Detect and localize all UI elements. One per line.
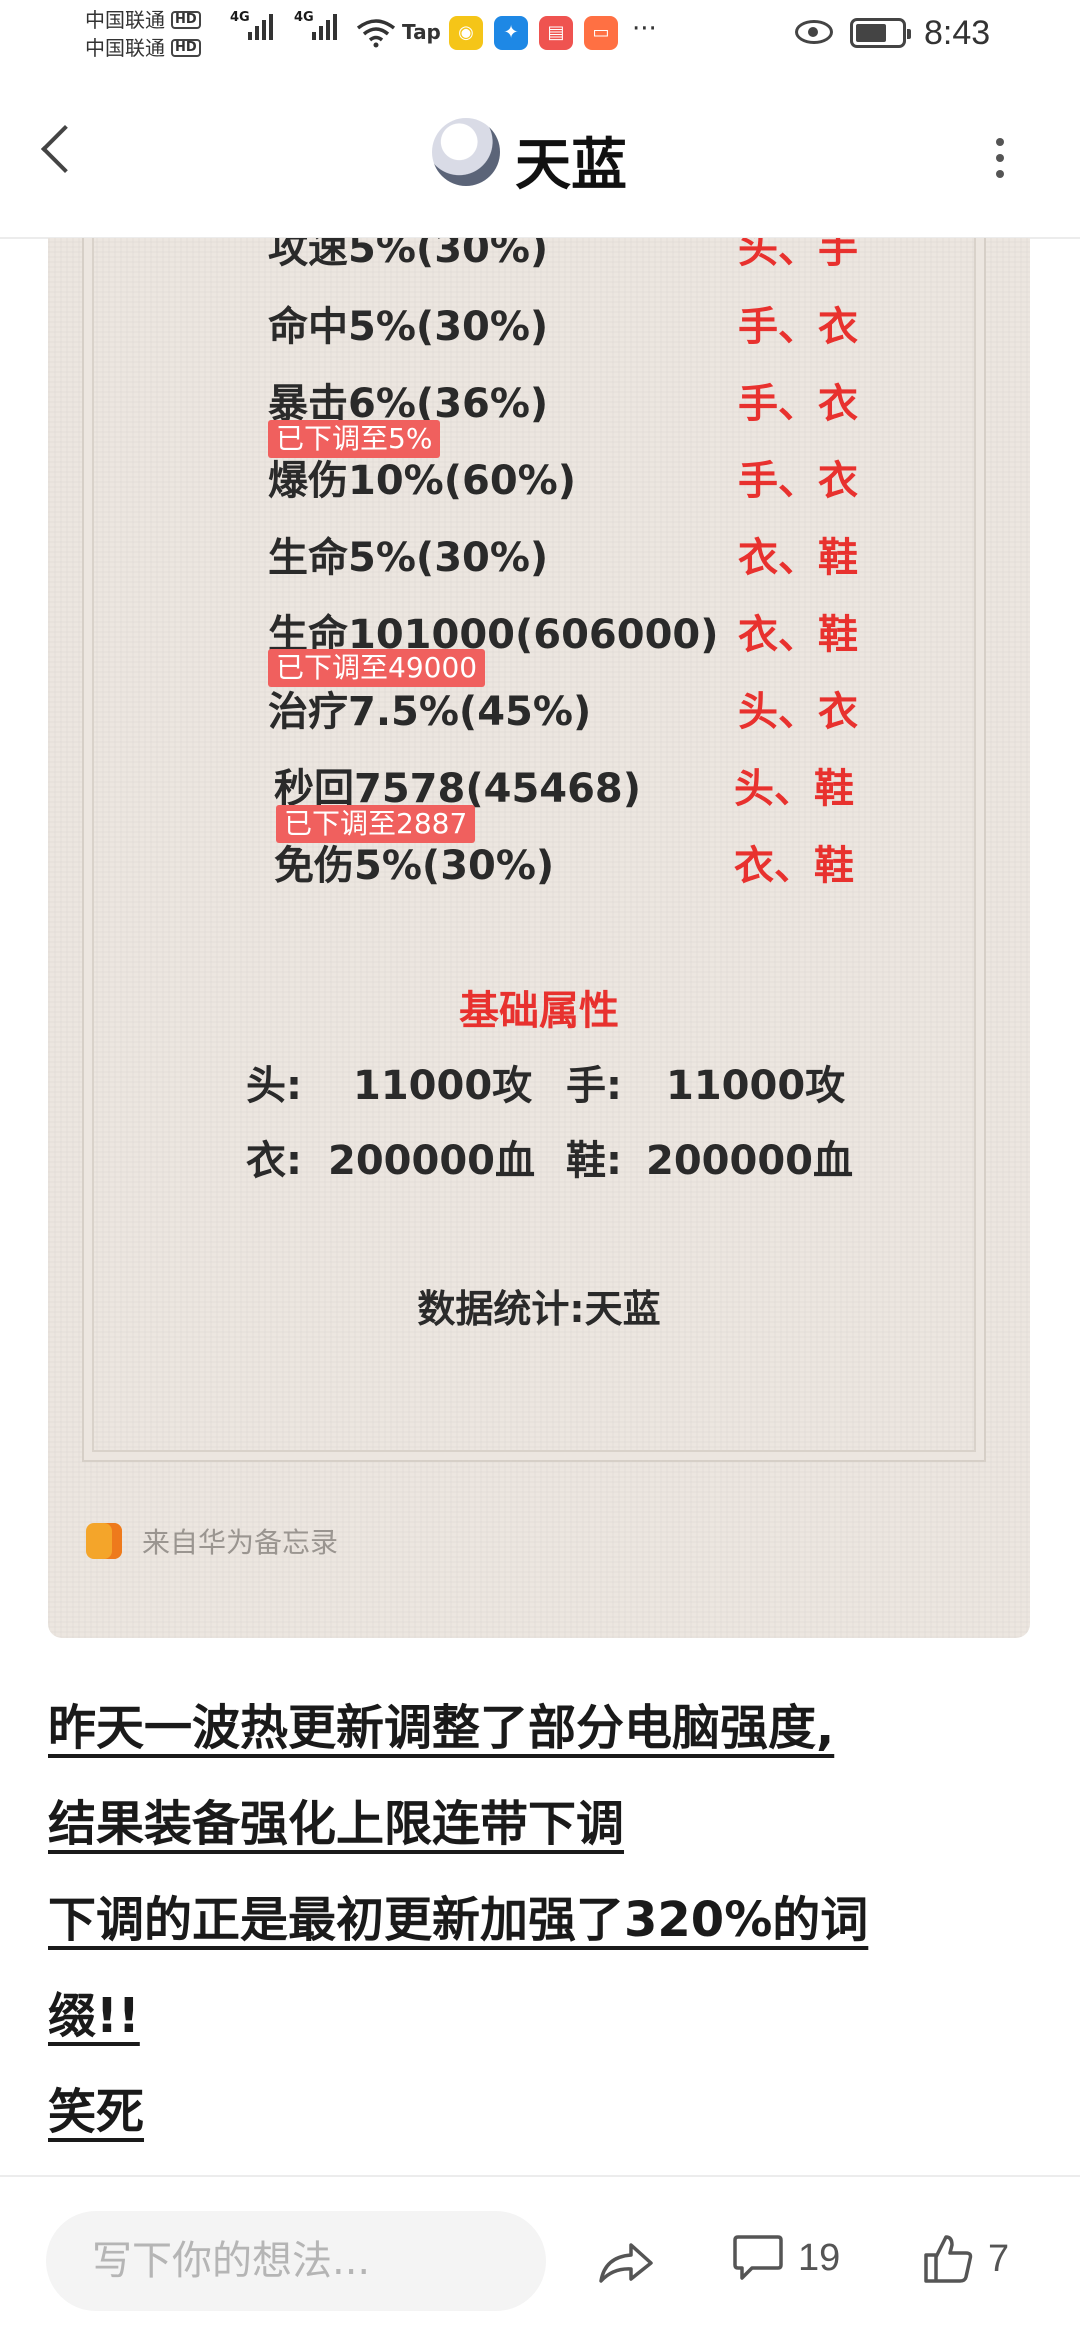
more-notifications-icon: ··· (632, 14, 657, 44)
base-hand-value: 11000攻 (666, 1063, 846, 1109)
more-options-icon[interactable] (996, 138, 1004, 178)
stat-row: 命中5%(30%) 手、衣 (268, 294, 988, 364)
tap-icon: Tap (402, 20, 441, 44)
base-head-label: 头: (246, 1063, 302, 1109)
post-line: 昨天一波热更新调整了部分电脑强度, (48, 1700, 835, 1756)
stat-slots: 手、衣 (738, 381, 858, 427)
stat-slots: 衣、鞋 (734, 843, 854, 889)
memo-source-text: 来自华为备忘录 (142, 1526, 339, 1559)
carrier-1: 中国联通 (85, 8, 165, 32)
stat-slots: 手、衣 (738, 458, 858, 504)
stat-slots: 头、鞋 (734, 766, 854, 812)
clock: 8:43 (924, 14, 991, 52)
stat-slots: 手、衣 (738, 304, 858, 350)
author-name[interactable]: 天蓝 (515, 120, 627, 201)
data-credit: 数据统计:天蓝 (417, 1287, 661, 1331)
shop-icon: ▭ (584, 16, 618, 50)
bottom-action-bar: 19 7 (0, 2175, 1080, 2342)
comment-button[interactable]: 19 (732, 2233, 840, 2283)
thumbs-up-icon (924, 2235, 973, 2283)
base-shoe-label: 鞋: (566, 1138, 622, 1184)
avatar[interactable] (432, 118, 500, 186)
post-line: 笑死 (48, 2084, 145, 2140)
stat-name: 命中5%(30%) (268, 304, 549, 350)
lightbulb-icon: ✦ (494, 16, 528, 50)
wifi-icon (356, 19, 396, 48)
stat-row: 生命5%(30%) 衣、鞋 (268, 525, 988, 595)
status-bar: 中国联通 HD 中国联通 HD 4G 4G Tap ◉ ✦ ▤ ▭ ··· 8:43 (0, 0, 1080, 72)
stat-slots: 衣、鞋 (738, 535, 858, 581)
weibo-icon: ◉ (449, 16, 483, 50)
book-icon: ▤ (539, 16, 573, 50)
stat-name: 攻速5%(30%) (268, 238, 549, 272)
like-button[interactable]: 7 (922, 2233, 1009, 2285)
post-image[interactable]: 攻速5%(30%) 头、手 命中5%(30%) 手、衣 暴击6%(36%) 手、… (48, 238, 1030, 1638)
stat-name: 爆伤10%(60%) (268, 458, 577, 504)
base-body-value: 200000血 (328, 1138, 535, 1184)
post-line: 缀!! (48, 1988, 140, 2044)
stat-name: 治疗7.5%(45%) (268, 689, 592, 735)
back-icon[interactable] (40, 124, 90, 174)
eye-icon (795, 20, 833, 44)
stat-slots: 头、衣 (738, 689, 858, 735)
stat-row: 攻速5%(30%) 头、手 (268, 238, 988, 286)
section-title: 基础属性 (459, 988, 619, 1034)
signal-icon: 4G (294, 10, 337, 40)
carrier-2: 中国联通 (85, 36, 165, 60)
stat-slots: 头、手 (738, 238, 858, 272)
memo-app-icon (86, 1523, 122, 1559)
share-icon[interactable] (595, 2237, 655, 2287)
battery-icon (850, 18, 911, 48)
post-line: 下调的正是最初更新加强了320%的词 (48, 1892, 869, 1948)
like-count: 7 (988, 2237, 1010, 2280)
post-line: 结果装备强化上限连带下调 (48, 1796, 625, 1852)
stat-slots: 衣、鞋 (738, 612, 858, 658)
base-shoe-value: 200000血 (646, 1138, 853, 1184)
stat-row: 爆伤10%(60%) 手、衣 (268, 448, 988, 518)
comment-count: 19 (798, 2236, 841, 2279)
stat-name: 免伤5%(30%) (274, 843, 555, 889)
post-body: 昨天一波热更新调整了部分电脑强度, 结果装备强化上限连带下调 下调的正是最初更新… (48, 1680, 1038, 2160)
stat-row: 治疗7.5%(45%) 头、衣 (268, 679, 988, 749)
base-hand-label: 手: (566, 1063, 622, 1109)
comment-icon (733, 2235, 783, 2280)
signal-icon: 4G (230, 10, 273, 40)
base-body-label: 衣: (246, 1138, 302, 1184)
comment-input[interactable] (46, 2211, 546, 2311)
memo-source: 来自华为备忘录 (86, 1521, 338, 1561)
stat-row: 免伤5%(30%) 衣、鞋 (268, 833, 988, 903)
top-nav-bar: 天蓝 (0, 72, 1080, 239)
stat-name: 生命5%(30%) (268, 535, 549, 581)
hd-badge: HD (171, 11, 201, 29)
carrier-info: 中国联通 HD 中国联通 HD (85, 6, 201, 62)
hd-badge: HD (171, 39, 201, 57)
base-head-value: 11000攻 (353, 1063, 533, 1109)
